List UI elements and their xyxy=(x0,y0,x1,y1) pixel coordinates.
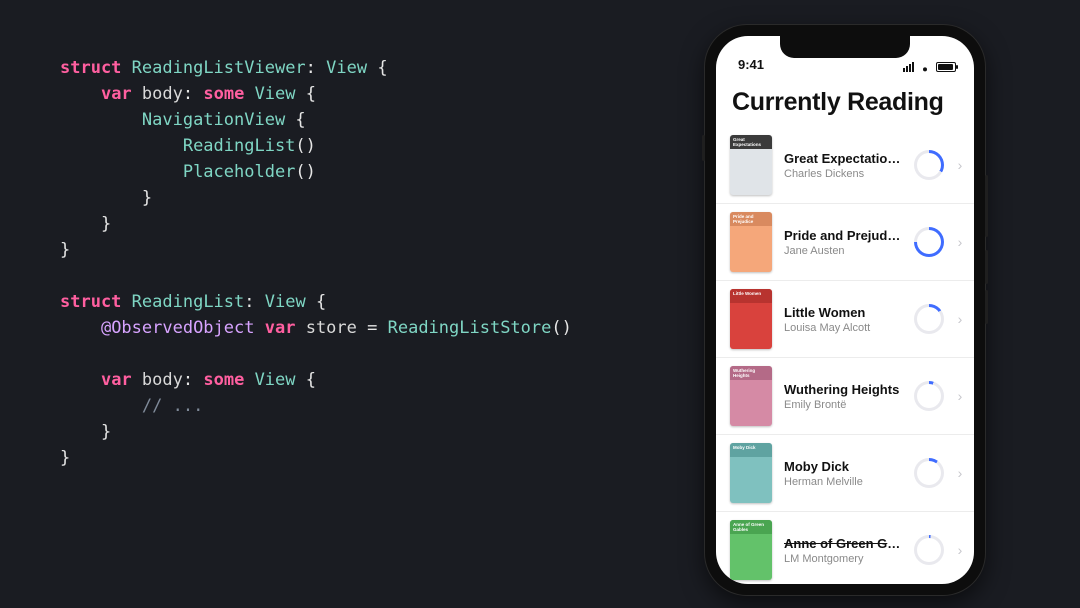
book-cover: Little Women xyxy=(730,289,772,349)
volume-down-button xyxy=(985,290,988,324)
book-author: Herman Melville xyxy=(784,476,902,488)
chevron-right-icon: › xyxy=(956,311,964,327)
progress-ring xyxy=(914,150,944,180)
list-item[interactable]: Wuthering Heights Wuthering Heights Emily … xyxy=(716,358,974,435)
chevron-right-icon: › xyxy=(956,542,964,558)
book-author: LM Montgomery xyxy=(784,553,902,565)
progress-ring xyxy=(914,381,944,411)
book-author: Jane Austen xyxy=(784,245,902,257)
cellular-signal-icon xyxy=(903,62,914,72)
mute-switch xyxy=(702,135,705,161)
book-author: Louisa May Alcott xyxy=(784,322,902,334)
list-item[interactable]: Great Expectations Great Expectations Char… xyxy=(716,127,974,204)
status-time: 9:41 xyxy=(738,57,764,72)
volume-up-button xyxy=(985,250,988,284)
list-item[interactable]: Pride and Prejudice Pride and Prejudice Ja… xyxy=(716,204,974,281)
book-title: Great Expectations xyxy=(784,151,902,166)
swift-code-block: struct ReadingListViewer: View { var bod… xyxy=(60,55,680,471)
book-meta: Anne of Green Gables LM Montgomery xyxy=(784,536,902,565)
book-title: Moby Dick xyxy=(784,459,902,474)
book-title: Wuthering Heights xyxy=(784,382,902,397)
book-author: Emily Brontë xyxy=(784,399,902,411)
progress-ring xyxy=(914,458,944,488)
book-title: Pride and Prejudice xyxy=(784,228,902,243)
chevron-right-icon: › xyxy=(956,157,964,173)
book-meta: Wuthering Heights Emily Brontë xyxy=(784,382,902,411)
chevron-right-icon: › xyxy=(956,465,964,481)
book-cover: Great Expectations xyxy=(730,135,772,195)
book-cover: Moby Dick xyxy=(730,443,772,503)
chevron-right-icon: › xyxy=(956,234,964,250)
page-title: Currently Reading xyxy=(716,76,974,127)
wifi-icon xyxy=(918,62,932,72)
list-item[interactable]: Little Women Little Women Louisa May Alcot… xyxy=(716,281,974,358)
progress-ring xyxy=(914,227,944,257)
iphone-mockup: 9:41 Currently Reading Great Expectation… xyxy=(705,25,985,595)
book-cover: Wuthering Heights xyxy=(730,366,772,426)
book-cover: Anne of Green Gables xyxy=(730,520,772,580)
book-cover: Pride and Prejudice xyxy=(730,212,772,272)
book-meta: Pride and Prejudice Jane Austen xyxy=(784,228,902,257)
book-meta: Little Women Louisa May Alcott xyxy=(784,305,902,334)
power-button xyxy=(985,175,988,237)
book-title: Anne of Green Gables xyxy=(784,536,902,551)
list-item[interactable]: Anne of Green GablesAnne of Green Gables… xyxy=(716,512,974,584)
book-title: Little Women xyxy=(784,305,902,320)
progress-ring xyxy=(914,535,944,565)
progress-ring xyxy=(914,304,944,334)
battery-icon xyxy=(936,62,956,72)
book-meta: Moby Dick Herman Melville xyxy=(784,459,902,488)
list-item[interactable]: Moby Dick Moby Dick Herman Melville › xyxy=(716,435,974,512)
book-author: Charles Dickens xyxy=(784,168,902,180)
chevron-right-icon: › xyxy=(956,388,964,404)
notch xyxy=(780,36,910,58)
book-meta: Great Expectations Charles Dickens xyxy=(784,151,902,180)
book-list[interactable]: Great Expectations Great Expectations Char… xyxy=(716,127,974,584)
phone-screen: 9:41 Currently Reading Great Expectation… xyxy=(716,36,974,584)
